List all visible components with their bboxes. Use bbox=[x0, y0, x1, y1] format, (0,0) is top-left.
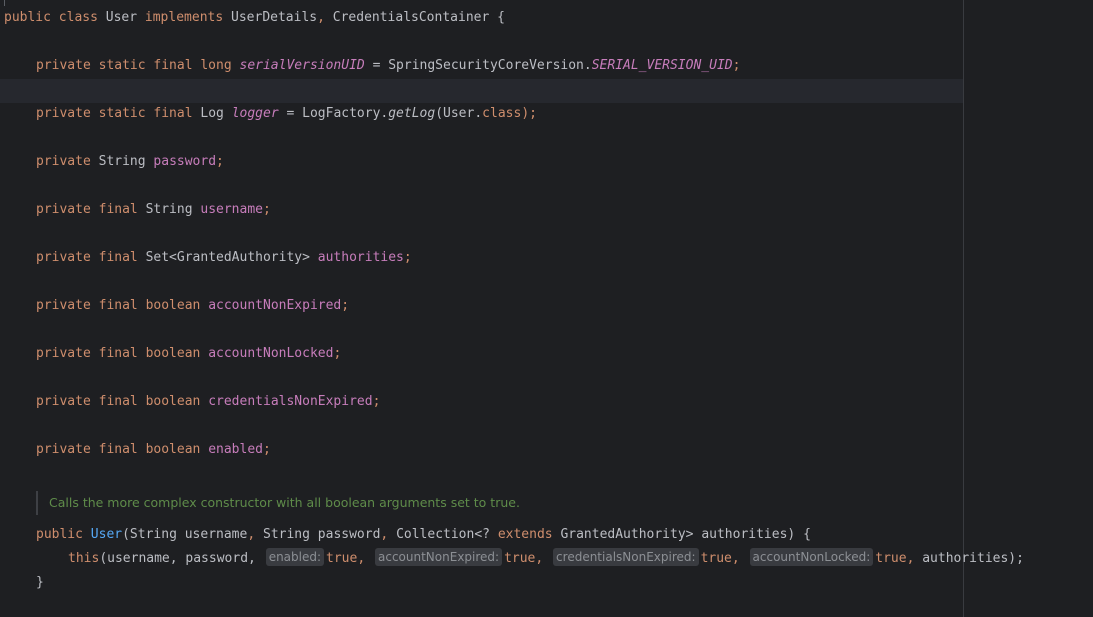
class-reference: SpringSecurityCoreVersion. bbox=[388, 58, 592, 73]
keyword: private final boolean bbox=[36, 442, 201, 457]
code-line-serial-version: private static final long serialVersionU… bbox=[36, 54, 740, 78]
punctuation: ; bbox=[403, 250, 412, 265]
code-line-this-call: this(username, password, enabled: true, a… bbox=[68, 547, 1024, 571]
field-name: serialVersionUID bbox=[239, 58, 365, 73]
keyword: implements bbox=[144, 10, 224, 25]
punctuation: , bbox=[317, 10, 325, 25]
type-name: Log bbox=[200, 106, 224, 121]
punctuation: , bbox=[357, 551, 366, 566]
arguments: (username, password, bbox=[99, 551, 256, 566]
code-line-password: private String password; bbox=[36, 150, 224, 174]
punctuation: , bbox=[247, 527, 256, 542]
doc-comment-text: Calls the more complex constructor with … bbox=[49, 495, 520, 510]
punctuation: ; bbox=[732, 58, 741, 73]
constructor-name: User bbox=[90, 527, 123, 542]
keyword: private final boolean bbox=[36, 394, 201, 409]
parameter-hint[interactable]: enabled: bbox=[265, 548, 325, 566]
field-name: username bbox=[200, 202, 263, 217]
operator: = bbox=[372, 58, 381, 73]
type-name: String bbox=[98, 154, 146, 169]
field-name: accountNonExpired bbox=[208, 298, 342, 313]
operator: = bbox=[286, 106, 295, 121]
keyword: private final bbox=[36, 202, 138, 217]
parameter-hint[interactable]: credentialsNonExpired: bbox=[553, 548, 699, 566]
brace: } bbox=[36, 575, 44, 590]
code-line-enabled: private final boolean enabled; bbox=[36, 438, 271, 462]
field-name: logger bbox=[231, 106, 279, 121]
parameter-hint[interactable]: accountNonExpired: bbox=[375, 548, 503, 566]
arguments: authorities); bbox=[922, 551, 1024, 566]
keyword: private static final bbox=[36, 106, 193, 121]
keyword: private final boolean bbox=[36, 346, 201, 361]
brace: { bbox=[497, 10, 505, 25]
punctuation: ; bbox=[216, 154, 224, 169]
code-line-credentials-non-expired: private final boolean credentialsNonExpi… bbox=[36, 390, 380, 414]
code-line-authorities: private final Set<GrantedAuthority> auth… bbox=[36, 246, 412, 270]
keyword: private final bbox=[36, 250, 138, 265]
parameter-hint[interactable]: accountNonLocked: bbox=[749, 548, 874, 566]
punctuation: , bbox=[535, 551, 544, 566]
boolean-literal: true bbox=[326, 551, 358, 566]
code-line-logger: private static final Log logger = LogFac… bbox=[36, 102, 537, 126]
class-reference: LogFactory. bbox=[302, 106, 389, 121]
parameter: GrantedAuthority> authorities) { bbox=[560, 527, 811, 542]
punctuation: , bbox=[906, 551, 915, 566]
code-line-account-non-locked: private final boolean accountNonLocked; bbox=[36, 342, 341, 366]
type-name: String bbox=[145, 202, 193, 217]
parameter: (String username bbox=[122, 527, 248, 542]
keyword: class bbox=[58, 10, 98, 25]
boolean-literal: true bbox=[875, 551, 907, 566]
punctuation: ; bbox=[372, 394, 381, 409]
punctuation: ; bbox=[341, 298, 350, 313]
punctuation: ; bbox=[333, 346, 342, 361]
class-name: User bbox=[105, 10, 138, 25]
boolean-literal: true bbox=[504, 551, 536, 566]
keyword: private bbox=[36, 154, 91, 169]
arguments: (User. bbox=[435, 106, 483, 121]
punctuation: , bbox=[731, 551, 740, 566]
field-name: accountNonLocked bbox=[208, 346, 334, 361]
code-line-constructor: public User(String username, String pass… bbox=[36, 523, 811, 547]
parameter: Collection<? bbox=[396, 527, 490, 542]
method-name: getLog bbox=[388, 106, 436, 121]
keyword: public bbox=[4, 10, 51, 25]
punctuation: ); bbox=[521, 106, 537, 121]
code-line-class-declaration: public class User implements UserDetails… bbox=[4, 6, 505, 30]
field-name: authorities bbox=[317, 250, 404, 265]
punctuation: ; bbox=[263, 442, 271, 457]
code-line-close-brace: } bbox=[36, 571, 44, 595]
code-line-account-non-expired: private final boolean accountNonExpired; bbox=[36, 294, 349, 318]
constant: SERIAL_VERSION_UID bbox=[591, 58, 733, 73]
keyword: private static final long bbox=[36, 58, 232, 73]
punctuation: ; bbox=[263, 202, 271, 217]
right-margin-guide bbox=[963, 0, 964, 617]
keyword: private final boolean bbox=[36, 298, 201, 313]
boolean-literal: true bbox=[700, 551, 732, 566]
type-name: Set<GrantedAuthority> bbox=[145, 250, 310, 265]
parameter: String password bbox=[263, 527, 381, 542]
current-line-highlight bbox=[0, 79, 963, 103]
punctuation: , bbox=[380, 527, 389, 542]
keyword: extends bbox=[497, 527, 553, 542]
keyword: class bbox=[482, 106, 522, 121]
field-name: enabled bbox=[208, 442, 263, 457]
field-name: credentialsNonExpired bbox=[208, 394, 373, 409]
field-name: password bbox=[153, 154, 217, 169]
rendered-doc-comment[interactable]: Calls the more complex constructor with … bbox=[36, 491, 938, 515]
interface-name: CredentialsContainer bbox=[332, 10, 490, 25]
keyword: this bbox=[68, 551, 100, 566]
interface-name: UserDetails bbox=[231, 10, 318, 25]
code-line-username: private final String username; bbox=[36, 198, 271, 222]
keyword: public bbox=[36, 527, 83, 542]
code-editor[interactable]: public class User implements UserDetails… bbox=[0, 0, 1093, 617]
